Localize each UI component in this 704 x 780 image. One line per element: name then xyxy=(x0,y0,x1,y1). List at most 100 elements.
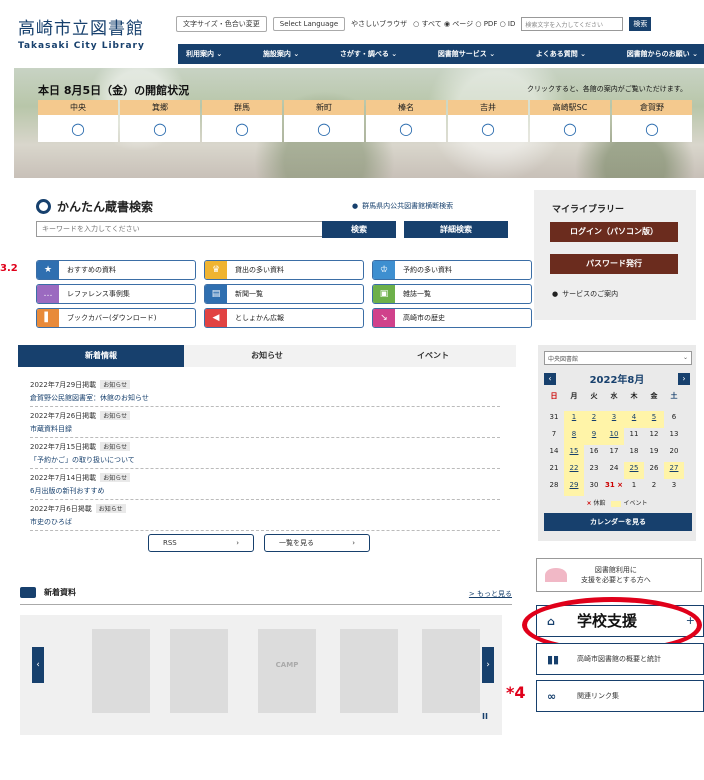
carousel-prev-button[interactable]: ‹ xyxy=(32,647,44,683)
calendar-day[interactable]: 3 xyxy=(604,411,624,428)
my-library-panel: マイライブラリー ログイン（パソコン版） パスワード発行 サービスのご案内 xyxy=(534,190,696,320)
service-guide-link[interactable]: サービスのご案内 xyxy=(552,289,618,299)
calendar-day[interactable]: 4 xyxy=(624,411,644,428)
branch-gunma[interactable]: 群馬 ○ xyxy=(202,100,282,142)
site-search-button[interactable]: 検索 xyxy=(629,17,652,31)
news-link[interactable]: 「予約かご」の取り扱いについて xyxy=(30,455,500,465)
select-language-button[interactable]: Select Language xyxy=(272,17,346,31)
keyword-input[interactable] xyxy=(36,221,324,237)
union-catalog-link[interactable]: 群馬県内公共図書館横断検索 xyxy=(352,201,453,211)
calendar-day[interactable]: 27 xyxy=(664,462,684,479)
easy-browser-button[interactable]: やさしいブラウザ xyxy=(351,19,407,29)
logo-japanese[interactable]: 高崎市立図書館 xyxy=(18,14,145,39)
quick-link-magazines[interactable]: ▣ 雑誌一覧 xyxy=(372,284,532,304)
site-search-input[interactable]: 検索文字を入力してください xyxy=(521,17,624,31)
magazine-icon: ▣ xyxy=(373,285,395,303)
rss-button[interactable]: RSS › xyxy=(148,534,254,552)
tab-new-info[interactable]: 新着情報 xyxy=(18,345,184,367)
view-calendar-button[interactable]: カレンダーを見る xyxy=(544,513,692,531)
library-select[interactable]: 中央図書館 ⌄ xyxy=(544,351,692,365)
quick-link-most-reserved[interactable]: ♔ 予約の多い資料 xyxy=(372,260,532,280)
book-cover[interactable] xyxy=(422,629,480,713)
nav-usage-guide[interactable]: 利用案内 ⌄ xyxy=(186,49,222,59)
news-link[interactable]: 市史のひろば xyxy=(30,517,500,527)
calendar-day[interactable]: 10 xyxy=(604,428,624,445)
nav-faq[interactable]: よくある質問 ⌄ xyxy=(536,49,586,59)
quick-link-city-history[interactable]: ↘ 高崎市の歴史 xyxy=(372,308,532,328)
carousel-next-button[interactable]: › xyxy=(482,647,494,683)
book-cover[interactable] xyxy=(340,629,398,713)
calendar-day: 16 xyxy=(589,447,599,455)
calendar-day: 1 xyxy=(631,481,637,489)
site-logo[interactable]: 高崎市立図書館 Takasaki City Library xyxy=(18,14,145,51)
nav-services[interactable]: 図書館サービス ⌄ xyxy=(438,49,495,59)
quick-link-label: 予約の多い資料 xyxy=(403,266,452,274)
calendar-day[interactable]: 2 xyxy=(584,411,604,428)
branch-shinmachi[interactable]: 新町 ○ xyxy=(284,100,364,142)
news-link[interactable]: 6月出版の新刊おすすめ xyxy=(30,486,500,496)
catalog-search-button[interactable]: 検索 xyxy=(322,221,396,238)
calendar-day[interactable]: 29 xyxy=(564,479,584,496)
branch-yoshii[interactable]: 吉井 ○ xyxy=(448,100,528,142)
font-size-button[interactable]: 文字サイズ・色合い変更 xyxy=(176,16,267,32)
prev-month-button[interactable]: ‹ xyxy=(544,372,556,385)
branch-name: 群馬 xyxy=(202,100,282,115)
category-badge: お知らせ xyxy=(95,504,126,513)
news-link[interactable]: 市蔵資料目録 xyxy=(30,424,500,434)
quick-link-recommended[interactable]: ★ おすすめの資料 xyxy=(36,260,196,280)
quick-link-book-cover[interactable]: ▌ ブックカバー(ダウンロード) xyxy=(36,308,196,328)
site-header: 高崎市立図書館 Takasaki City Library 文字サイズ・色合い変… xyxy=(8,10,704,72)
view-list-button[interactable]: 一覧を見る › xyxy=(264,534,370,552)
catalog-search-heading: かんたん蔵書検索 xyxy=(36,198,153,215)
nav-facility-guide[interactable]: 施設案内 ⌄ xyxy=(263,49,299,59)
book-cover[interactable] xyxy=(170,629,228,713)
pause-icon[interactable]: II xyxy=(482,712,488,721)
tab-events[interactable]: イベント xyxy=(350,345,516,367)
related-links-link[interactable]: ∞ 関連リンク集 xyxy=(536,680,704,712)
search-scope-radios[interactable]: ○ すべて ◉ ページ ○ PDF ○ ID xyxy=(413,19,515,29)
branch-haruna[interactable]: 榛名 ○ xyxy=(366,100,446,142)
open-status-icon: ○ xyxy=(612,115,692,142)
calendar-day[interactable]: 15 xyxy=(564,445,584,462)
new-arrivals-title: 新着資料 xyxy=(20,587,76,598)
book-cover[interactable]: CAMP xyxy=(258,629,316,713)
next-month-button[interactable]: › xyxy=(677,372,690,385)
calendar-day[interactable]: 9 xyxy=(584,428,604,445)
logo-english[interactable]: Takasaki City Library xyxy=(18,41,145,51)
quick-link-reference[interactable]: … レファレンス事例集 xyxy=(36,284,196,304)
branch-kuragano[interactable]: 倉賀野 ○ xyxy=(612,100,692,142)
calendar-day[interactable]: 1 xyxy=(564,411,584,428)
library-select-value: 中央図書館 xyxy=(548,356,579,363)
search-icon xyxy=(36,199,51,214)
branch-chuo[interactable]: 中央 ○ xyxy=(38,100,118,142)
quick-link-library-pr[interactable]: ◀ としょかん広報 xyxy=(204,308,364,328)
news-date-text: 2022年7月15日掲載 xyxy=(30,443,97,451)
tab-notices[interactable]: お知らせ xyxy=(184,345,350,367)
branch-takasaki-sc[interactable]: 高崎駅SC ○ xyxy=(530,100,610,142)
see-more-link[interactable]: > もっと見る xyxy=(469,589,512,599)
advanced-search-button[interactable]: 詳細検索 xyxy=(404,221,508,238)
news-link[interactable]: 倉賀野公民館図書室：休館のお知らせ xyxy=(30,393,500,403)
overview-statistics-link[interactable]: ▮▮ 高崎市図書館の概要と統計 xyxy=(536,643,704,675)
new-arrivals-title-text: 新着資料 xyxy=(44,588,76,597)
news-date: 2022年7月29日掲載 お知らせ xyxy=(30,380,500,390)
calendar-day[interactable]: 5 xyxy=(644,411,664,428)
accessibility-support-link[interactable]: 図書館利用に 支援を必要とする方へ xyxy=(536,558,702,592)
nav-search[interactable]: さがす・調べる ⌄ xyxy=(340,49,397,59)
quick-link-most-borrowed[interactable]: ♛ 貸出の多い資料 xyxy=(204,260,364,280)
calendar-day[interactable]: 8 xyxy=(564,428,584,445)
quick-link-newspapers[interactable]: ▤ 新聞一覧 xyxy=(204,284,364,304)
calendar-day: 31 xyxy=(549,413,559,421)
calendar-day[interactable]: 22 xyxy=(564,462,584,479)
password-issue-button[interactable]: パスワード発行 xyxy=(550,254,678,274)
star-icon: ★ xyxy=(37,261,59,279)
category-badge: お知らせ xyxy=(100,411,131,420)
book-cover[interactable] xyxy=(92,629,150,713)
quick-link-label: ブックカバー(ダウンロード) xyxy=(67,314,157,322)
branch-minowa[interactable]: 箕郷 ○ xyxy=(120,100,200,142)
open-status-icon: ○ xyxy=(448,115,528,142)
calendar-day[interactable]: 25 xyxy=(624,462,644,479)
nav-requests[interactable]: 図書館からのお願い ⌄ xyxy=(627,49,698,59)
login-button[interactable]: ログイン（パソコン版） xyxy=(550,222,678,242)
open-status-icon: ○ xyxy=(120,115,200,142)
